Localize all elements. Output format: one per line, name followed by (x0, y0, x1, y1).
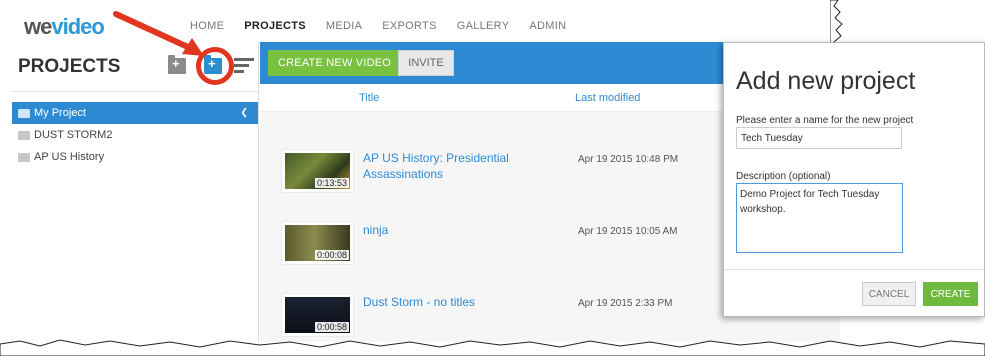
project-label: AP US History (34, 151, 105, 163)
nav-admin[interactable]: ADMIN (529, 20, 566, 32)
folder-icon (18, 152, 30, 162)
create-button[interactable]: CREATE (923, 282, 978, 306)
logo-video-text: video (51, 14, 104, 39)
name-label: Please enter a name for the new project (736, 115, 914, 126)
video-title[interactable]: ninja (363, 222, 543, 238)
video-duration: 0:00:08 (314, 250, 349, 260)
invite-button[interactable]: INVITE (398, 50, 454, 76)
video-thumbnail[interactable]: 0:00:08 (282, 222, 353, 264)
project-label: DUST STORM2 (34, 129, 113, 141)
video-date: Apr 19 2015 10:05 AM (578, 226, 678, 237)
sort-icon[interactable] (234, 58, 254, 74)
add-project-dialog: Add new project Please enter a name for … (723, 42, 985, 317)
dialog-divider (724, 269, 984, 270)
annotation-arrow (113, 11, 204, 56)
video-title[interactable]: AP US History: Presidential Assassinatio… (363, 150, 543, 182)
nav-gallery[interactable]: GALLERY (457, 20, 510, 32)
description-label: Description (optional) (736, 171, 831, 182)
torn-edge-bottom (0, 339, 985, 356)
project-label: My Project (34, 107, 86, 119)
project-name-input[interactable] (736, 127, 902, 149)
column-title[interactable]: Title (359, 92, 379, 104)
create-new-video-button[interactable]: CREATE NEW VIDEO (268, 50, 402, 76)
video-duration: 0:00:58 (314, 322, 349, 332)
video-title[interactable]: Dust Storm - no titles (363, 294, 543, 310)
project-item-dust-storm2[interactable]: DUST STORM2 (12, 124, 258, 146)
chevron-down-icon[interactable]: ❮ (240, 107, 248, 118)
folder-icon (18, 130, 30, 140)
video-thumbnail[interactable]: 0:13:53 (282, 150, 353, 192)
sidebar-title: PROJECTS (18, 56, 121, 77)
video-date: Apr 19 2015 10:48 PM (578, 154, 679, 165)
logo-we-text: we (24, 14, 52, 39)
video-date: Apr 19 2015 2:33 PM (578, 298, 673, 309)
main-nav: HOME PROJECTS MEDIA EXPORTS GALLERY ADMI… (190, 20, 586, 32)
description-textarea[interactable]: Demo Project for Tech Tuesday workshop. (736, 183, 903, 253)
column-last-modified[interactable]: Last modified (575, 92, 640, 104)
cancel-button[interactable]: CANCEL (862, 282, 916, 306)
nav-projects[interactable]: PROJECTS (244, 20, 306, 32)
project-item-my-project[interactable]: My Project ❮ (12, 102, 258, 124)
nav-media[interactable]: MEDIA (326, 20, 362, 32)
nav-exports[interactable]: EXPORTS (382, 20, 436, 32)
wevideo-logo[interactable]: wevideo (24, 14, 105, 40)
video-duration: 0:13:53 (314, 178, 349, 188)
folder-icon (18, 108, 30, 118)
project-list: My Project ❮ DUST STORM2 AP US History (12, 102, 258, 168)
projects-sidebar: PROJECTS My Project ❮ DUST STORM2 AP US … (12, 42, 259, 342)
project-item-ap-us-history[interactable]: AP US History (12, 146, 258, 168)
video-thumbnail[interactable]: 0:00:58 (282, 294, 353, 336)
dialog-title: Add new project (736, 67, 916, 95)
